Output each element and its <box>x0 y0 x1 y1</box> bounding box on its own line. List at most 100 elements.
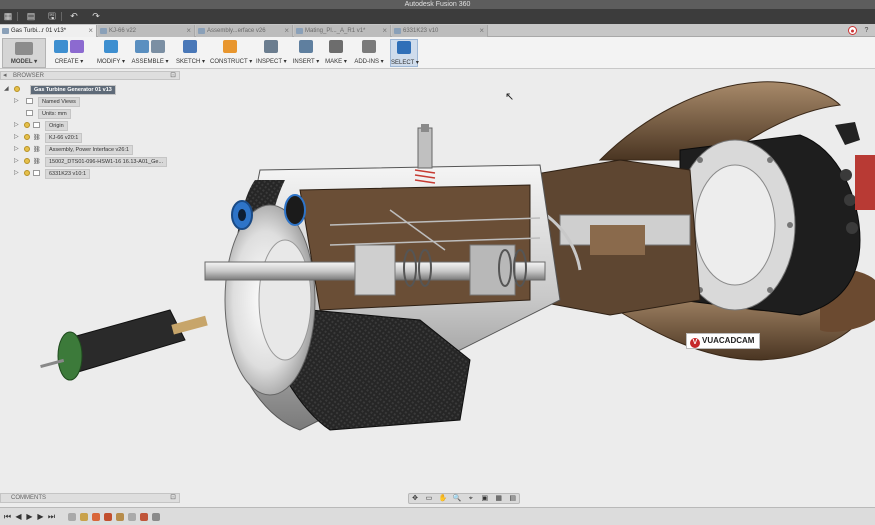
tree-item-label: Units: mm <box>38 109 71 119</box>
tab-label: 6331K23 v10 <box>403 28 439 34</box>
expand-icon[interactable]: ▷ <box>14 96 19 106</box>
tree-item-15002[interactable]: ▷ ⛓ 15002_DTS01-096-HSW1-16 16.13-A01_Ge… <box>14 156 180 167</box>
pin-icon[interactable]: ⊡ <box>170 494 176 502</box>
file-menu-icon[interactable]: ▤ <box>22 11 40 22</box>
scripts-icon <box>362 40 376 53</box>
close-icon[interactable]: × <box>479 25 484 37</box>
add-ins-menu[interactable]: ADD-INS ▾ <box>354 39 384 67</box>
blue-fitting-inner <box>238 209 246 221</box>
quick-access-bar: ▦ ▤ 🖫 ↶ ↷ <box>0 9 875 24</box>
link-icon: ⛓ <box>33 159 41 165</box>
compressor-wheel <box>354 244 396 296</box>
close-icon[interactable]: × <box>284 25 289 37</box>
expand-icon[interactable]: ▷ <box>14 120 19 130</box>
visibility-bulb-icon[interactable] <box>24 170 30 176</box>
document-icon <box>2 28 9 34</box>
select-arrow-icon <box>397 41 411 54</box>
sketch-label: SKETCH ▾ <box>176 59 206 65</box>
grid-settings-icon[interactable]: ▦ <box>494 494 504 503</box>
notification-icon[interactable]: ● <box>848 26 857 35</box>
tree-item-units[interactable]: Units: mm <box>14 108 174 119</box>
step-forward-icon[interactable]: ▶ <box>36 512 45 522</box>
tab-label: KJ-66 v22 <box>109 28 137 34</box>
pin-icon[interactable]: ⊡ <box>170 72 176 80</box>
go-to-end-icon[interactable]: ⏭ <box>47 512 56 522</box>
undo-icon[interactable]: ↶ <box>66 11 82 22</box>
select-label: SELECT ▾ <box>391 60 419 66</box>
visibility-bulb-icon[interactable] <box>24 146 30 152</box>
construct-menu[interactable]: CONSTRUCT ▾ <box>210 39 252 67</box>
insert-menu[interactable]: INSERT ▾ <box>292 39 320 67</box>
play-icon[interactable]: ▶ <box>25 512 34 522</box>
timeline-feature[interactable] <box>128 513 136 521</box>
tree-item-origin[interactable]: ▷ Origin <box>14 120 174 131</box>
orbit-icon[interactable]: ✥ <box>410 494 420 503</box>
divider <box>17 12 18 21</box>
visibility-bulb-icon[interactable] <box>14 86 20 92</box>
assemble-menu[interactable]: ASSEMBLE ▾ <box>130 39 170 67</box>
modify-menu[interactable]: MODIFY ▾ <box>96 39 126 67</box>
help-icon[interactable]: ? <box>862 26 871 35</box>
select-menu[interactable]: SELECT ▾ <box>390 39 419 67</box>
document-tab-6331k23[interactable]: 6331K23 v10 × <box>392 25 488 37</box>
expand-icon[interactable]: ▷ <box>14 144 19 154</box>
redo-icon[interactable]: ↷ <box>88 11 104 22</box>
grid-icon[interactable]: ▦ <box>2 11 14 22</box>
expand-icon[interactable]: ▷ <box>14 156 19 166</box>
close-icon[interactable]: × <box>88 25 93 37</box>
timeline-marker[interactable] <box>152 513 160 521</box>
display-settings-icon[interactable]: ▣ <box>480 494 490 503</box>
timeline-feature[interactable] <box>116 513 124 521</box>
timeline-feature[interactable] <box>140 513 148 521</box>
close-icon[interactable]: × <box>382 25 387 37</box>
generator-rotor <box>694 164 776 286</box>
collapse-icon[interactable]: ◂ <box>3 72 7 80</box>
sketch-icon <box>183 40 197 53</box>
new-component-icon <box>135 40 149 53</box>
visibility-bulb-icon[interactable] <box>24 158 30 164</box>
document-tab-bar: Gas Turbi...r 01 v13* × KJ-66 v22 × Asse… <box>0 24 875 37</box>
make-menu[interactable]: MAKE ▾ <box>324 39 348 67</box>
go-to-start-icon[interactable]: ⏮ <box>3 512 12 522</box>
expand-icon[interactable]: ▷ <box>14 168 19 178</box>
zoom-icon[interactable]: 🔍 <box>452 494 462 503</box>
document-icon <box>394 28 401 34</box>
visibility-bulb-icon[interactable] <box>24 122 30 128</box>
visibility-bulb-icon[interactable] <box>24 134 30 140</box>
tree-item-assembly-power-interface[interactable]: ▷ ⛓ Assembly, Power Interface v26:1 <box>14 144 180 155</box>
save-icon[interactable]: 🖫 <box>46 11 58 22</box>
document-tab-mating-plate[interactable]: Mating_Pl..._A_R1 v1* × <box>294 25 391 37</box>
viewports-icon[interactable]: ▤ <box>508 494 518 503</box>
document-tab-gas-turbine[interactable]: Gas Turbi...r 01 v13* × <box>0 25 97 37</box>
timeline-feature[interactable] <box>92 513 100 521</box>
expand-icon[interactable]: ▷ <box>14 132 19 142</box>
inspect-menu[interactable]: INSPECT ▾ <box>256 39 287 67</box>
workspace-switcher[interactable]: MODEL ▾ <box>2 38 46 68</box>
timeline-feature[interactable] <box>80 513 88 521</box>
measure-icon <box>264 40 278 53</box>
document-tab-assembly[interactable]: Assembly...erface v26 × <box>196 25 293 37</box>
browser-root-node[interactable]: ◢ Gas Turbine Generator 01 v13 <box>4 84 144 95</box>
tree-item-6331k23[interactable]: ▷ 6331K23 v10:1 <box>14 168 180 179</box>
link-icon: ⛓ <box>33 135 41 141</box>
mouse-cursor: ↖ <box>505 90 514 103</box>
timeline-feature[interactable] <box>104 513 112 521</box>
collapse-icon[interactable]: ◢ <box>4 84 9 94</box>
form-icon <box>70 40 84 53</box>
timeline-feature[interactable] <box>68 513 76 521</box>
step-back-icon[interactable]: ◀ <box>14 512 23 522</box>
folder-icon <box>33 122 40 128</box>
glow-plug-cap <box>421 124 429 132</box>
comments-panel[interactable]: COMMENTS ⊡ <box>0 493 180 503</box>
fit-icon[interactable]: ⌖ <box>466 494 476 503</box>
document-tab-kj66[interactable]: KJ-66 v22 × <box>98 25 195 37</box>
document-icon <box>26 110 33 116</box>
create-menu[interactable]: CREATE ▾ <box>50 39 88 67</box>
close-icon[interactable]: × <box>186 25 191 37</box>
document-icon <box>33 170 40 176</box>
pan-icon[interactable]: ✋ <box>438 494 448 503</box>
tree-item-named-views[interactable]: ▷ Named Views <box>14 96 174 107</box>
look-at-icon[interactable]: ▭ <box>424 494 434 503</box>
sketch-menu[interactable]: SKETCH ▾ <box>176 39 206 67</box>
tree-item-kj66[interactable]: ▷ ⛓ KJ-66 v20:1 <box>14 132 180 143</box>
